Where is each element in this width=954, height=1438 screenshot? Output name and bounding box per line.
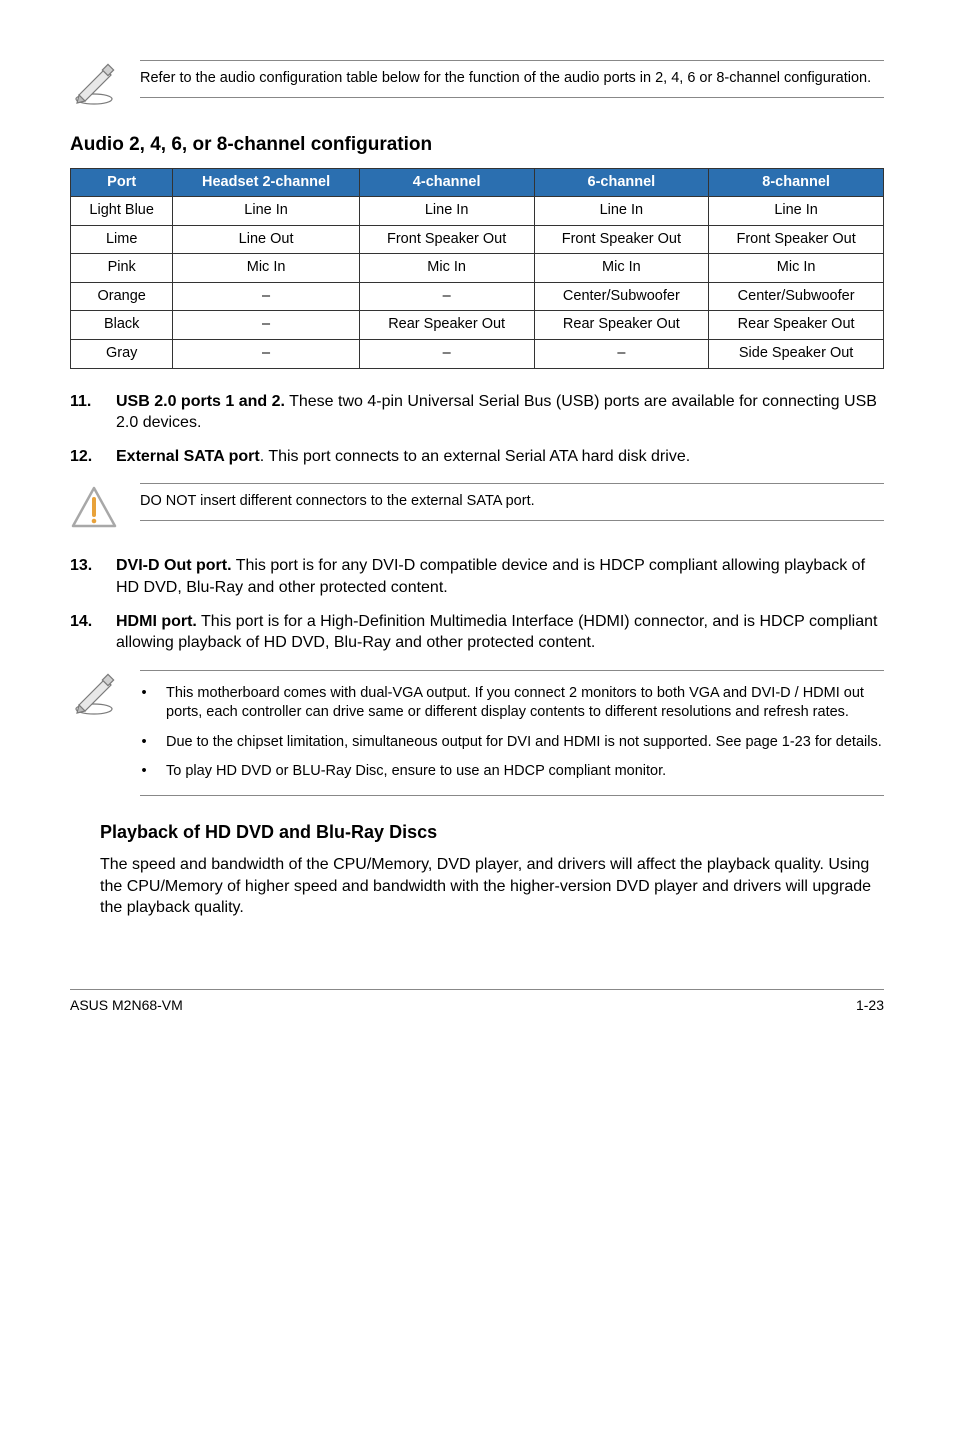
bullet-dot-icon: • xyxy=(140,684,148,723)
item-text: USB 2.0 ports 1 and 2. These two 4-pin U… xyxy=(116,391,884,434)
pencil-note-icon xyxy=(70,60,118,108)
audio-config-table: Port Headset 2-channel 4-channel 6-chann… xyxy=(70,168,884,369)
item-number: 13. xyxy=(70,555,102,598)
note-block-1: Refer to the audio configuration table b… xyxy=(70,60,884,108)
caution-text: DO NOT insert different connectors to th… xyxy=(140,493,535,509)
th-6ch: 6-channel xyxy=(534,168,709,197)
note-1-text: Refer to the audio configuration table b… xyxy=(140,70,871,86)
th-headset: Headset 2-channel xyxy=(173,168,359,197)
th-4ch: 4-channel xyxy=(359,168,534,197)
caution-triangle-icon xyxy=(70,483,118,531)
table-row: Lime Line Out Front Speaker Out Front Sp… xyxy=(71,225,884,254)
caution-text-container: DO NOT insert different connectors to th… xyxy=(140,483,884,521)
numbered-list-2: 13. DVI-D Out port. This port is for any… xyxy=(70,555,884,653)
page-footer: ASUS M2N68-VM 1-23 xyxy=(70,989,884,1015)
bullet-dot-icon: • xyxy=(140,762,148,782)
th-8ch: 8-channel xyxy=(709,168,884,197)
note-bullet-item: • This motherboard comes with dual-VGA o… xyxy=(140,679,884,728)
list-item: 12. External SATA port. This port connec… xyxy=(70,446,884,468)
list-item: 13. DVI-D Out port. This port is for any… xyxy=(70,555,884,598)
note-bullet-item: • To play HD DVD or BLU-Ray Disc, ensure… xyxy=(140,757,884,787)
pencil-note-icon xyxy=(70,670,118,718)
note-block-2: • This motherboard comes with dual-VGA o… xyxy=(70,670,884,796)
note-1-text-container: Refer to the audio configuration table b… xyxy=(140,60,884,98)
table-row: Orange – – Center/Subwoofer Center/Subwo… xyxy=(71,282,884,311)
table-header-row: Port Headset 2-channel 4-channel 6-chann… xyxy=(71,168,884,197)
item-text: External SATA port. This port connects t… xyxy=(116,446,884,468)
item-number: 14. xyxy=(70,611,102,654)
bullet-dot-icon: • xyxy=(140,733,148,753)
item-text: DVI-D Out port. This port is for any DVI… xyxy=(116,555,884,598)
item-number: 11. xyxy=(70,391,102,434)
table-row: Pink Mic In Mic In Mic In Mic In xyxy=(71,254,884,283)
table-row: Gray – – – Side Speaker Out xyxy=(71,340,884,369)
bullet-text: This motherboard comes with dual-VGA out… xyxy=(166,684,884,723)
list-item: 14. HDMI port. This port is for a High-D… xyxy=(70,611,884,654)
caution-block: DO NOT insert different connectors to th… xyxy=(70,483,884,531)
numbered-list-1: 11. USB 2.0 ports 1 and 2. These two 4-p… xyxy=(70,391,884,468)
note-2-body: • This motherboard comes with dual-VGA o… xyxy=(140,670,884,796)
item-text: HDMI port. This port is for a High-Defin… xyxy=(116,611,884,654)
item-number: 12. xyxy=(70,446,102,468)
footer-left: ASUS M2N68-VM xyxy=(70,996,183,1015)
bullet-text: To play HD DVD or BLU-Ray Disc, ensure t… xyxy=(166,762,666,782)
bullet-text: Due to the chipset limitation, simultane… xyxy=(166,733,882,753)
sub-heading: Playback of HD DVD and Blu-Ray Discs xyxy=(100,820,884,844)
sub-body-paragraph: The speed and bandwidth of the CPU/Memor… xyxy=(100,854,884,919)
table-row: Light Blue Line In Line In Line In Line … xyxy=(71,197,884,226)
list-item: 11. USB 2.0 ports 1 and 2. These two 4-p… xyxy=(70,391,884,434)
th-port: Port xyxy=(71,168,173,197)
section-heading: Audio 2, 4, 6, or 8-channel configuratio… xyxy=(70,132,884,158)
note-bullet-item: • Due to the chipset limitation, simulta… xyxy=(140,728,884,758)
table-row: Black – Rear Speaker Out Rear Speaker Ou… xyxy=(71,311,884,340)
footer-right: 1-23 xyxy=(856,996,884,1015)
